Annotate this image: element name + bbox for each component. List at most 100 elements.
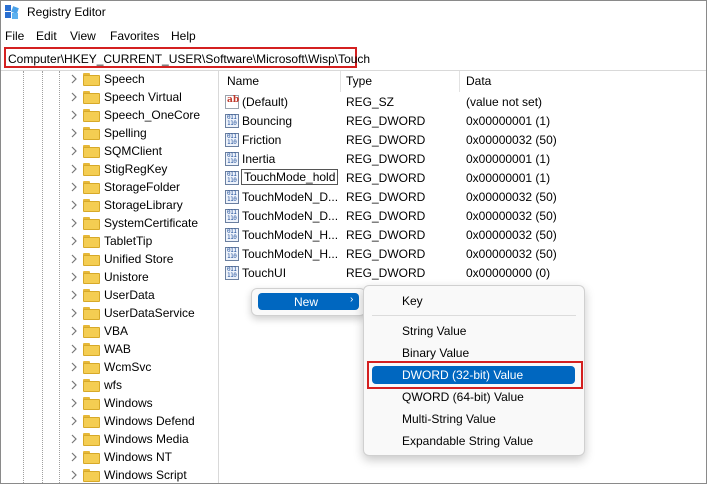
tree-item-label: Spelling: [104, 126, 147, 140]
key-tree[interactable]: Speech Speech Virtual Speech_OneCore Spelli…: [1, 71, 219, 483]
chevron-right-icon[interactable]: [69, 398, 79, 408]
folder-icon: [83, 199, 100, 212]
chevron-right-icon[interactable]: [69, 146, 79, 156]
tree-guide-line: [59, 71, 60, 483]
chevron-right-icon[interactable]: [69, 434, 79, 444]
value-row[interactable]: 011 110 TouchModeN_H... REG_DWORD 0x0000003…: [219, 245, 706, 264]
tree-item[interactable]: Unified Store: [65, 251, 219, 269]
chevron-right-icon[interactable]: [69, 362, 79, 372]
chevron-right-icon[interactable]: [69, 236, 79, 246]
chevron-right-icon[interactable]: [69, 92, 79, 102]
tree-item[interactable]: Spelling: [65, 125, 219, 143]
tree-item[interactable]: StorageFolder: [65, 179, 219, 197]
submenu-string-value[interactable]: String Value: [402, 324, 466, 338]
folder-icon: [83, 217, 100, 230]
menu-new-item[interactable]: New ›: [258, 293, 359, 310]
tree-item[interactable]: Speech Virtual: [65, 89, 219, 107]
submenu-binary-value[interactable]: Binary Value: [402, 346, 469, 360]
value-type: REG_DWORD: [346, 228, 426, 242]
tree-item[interactable]: Windows Media: [65, 431, 219, 449]
chevron-right-icon[interactable]: [69, 326, 79, 336]
tree-item-label: VBA: [104, 324, 129, 338]
chevron-right-icon[interactable]: [69, 110, 79, 120]
value-name: TouchModeN_H...: [242, 247, 339, 261]
submenu-expandable-string-value[interactable]: Expandable String Value: [402, 434, 533, 448]
column-divider[interactable]: [459, 71, 460, 92]
chevron-right-icon[interactable]: [69, 200, 79, 210]
tree-item[interactable]: Speech_OneCore: [65, 107, 219, 125]
tree-item[interactable]: Unistore: [65, 269, 219, 287]
dword-value-icon: 011 110: [225, 171, 239, 185]
column-header-name[interactable]: Name: [227, 74, 259, 88]
tree-item[interactable]: Speech: [65, 71, 219, 89]
value-row[interactable]: 011 110 Bouncing REG_DWORD 0x00000001 (1): [219, 112, 706, 131]
value-row[interactable]: ab (Default) REG_SZ (value not set): [219, 93, 706, 112]
tree-item-label: Speech: [104, 72, 145, 86]
tree-item[interactable]: StorageLibrary: [65, 197, 219, 215]
chevron-right-icon[interactable]: [69, 182, 79, 192]
tree-item[interactable]: TabletTip: [65, 233, 219, 251]
chevron-right-icon[interactable]: [69, 128, 79, 138]
column-divider[interactable]: [340, 71, 341, 92]
value-row[interactable]: 011 110 Friction REG_DWORD 0x00000032 (50): [219, 131, 706, 150]
chevron-right-icon[interactable]: [69, 452, 79, 462]
value-name: TouchModeN_H...: [242, 228, 339, 242]
value-row[interactable]: 011 110 TouchModeN_H... REG_DWORD 0x0000003…: [219, 226, 706, 245]
tree-item[interactable]: UserDataService: [65, 305, 219, 323]
chevron-right-icon[interactable]: [69, 218, 79, 228]
value-data: 0x00000032 (50): [466, 209, 557, 223]
chevron-right-icon[interactable]: [69, 344, 79, 354]
tree-item[interactable]: Windows Defend: [65, 413, 219, 431]
menu-edit[interactable]: Edit: [36, 29, 57, 43]
submenu-key[interactable]: Key: [402, 294, 423, 308]
value-type: REG_DWORD: [346, 152, 426, 166]
tree-item-label: Windows Defend: [104, 414, 195, 428]
tree-item[interactable]: WAB: [65, 341, 219, 359]
tree-item-label: UserDataService: [104, 306, 195, 320]
value-row[interactable]: 011 110 TouchMode_hold REG_DWORD 0x00000001…: [219, 169, 706, 188]
tree-item[interactable]: Windows: [65, 395, 219, 413]
value-row[interactable]: 011 110 TouchModeN_D... REG_DWORD 0x0000003…: [219, 188, 706, 207]
tree-item[interactable]: wfs: [65, 377, 219, 395]
column-header-data[interactable]: Data: [466, 74, 491, 88]
tree-item[interactable]: UserData: [65, 287, 219, 305]
chevron-right-icon[interactable]: [69, 380, 79, 390]
value-row[interactable]: 011 110 TouchUI REG_DWORD 0x00000000 (0): [219, 264, 706, 283]
tree-item[interactable]: StigRegKey: [65, 161, 219, 179]
dword-value-icon: 011 110: [225, 133, 239, 147]
chevron-right-icon[interactable]: [69, 290, 79, 300]
menu-help[interactable]: Help: [171, 29, 196, 43]
chevron-right-icon[interactable]: [69, 272, 79, 282]
tree-item[interactable]: Windows Script: [65, 467, 219, 483]
folder-icon: [83, 379, 100, 392]
menu-view[interactable]: View: [70, 29, 96, 43]
tree-item-label: SQMClient: [104, 144, 163, 158]
chevron-right-icon[interactable]: [69, 254, 79, 264]
chevron-right-icon[interactable]: [69, 74, 79, 84]
value-type: REG_DWORD: [346, 171, 426, 185]
menu-file[interactable]: File: [5, 29, 24, 43]
chevron-right-icon[interactable]: [69, 416, 79, 426]
menu-favorites[interactable]: Favorites: [110, 29, 159, 43]
tree-item[interactable]: Windows NT: [65, 449, 219, 467]
submenu-qword-value[interactable]: QWORD (64-bit) Value: [402, 390, 524, 404]
dword-value-icon: 011 110: [225, 152, 239, 166]
tree-item[interactable]: VBA: [65, 323, 219, 341]
tree-item[interactable]: WcmSvc: [65, 359, 219, 377]
folder-icon: [83, 271, 100, 284]
submenu-multi-string-value[interactable]: Multi-String Value: [402, 412, 496, 426]
chevron-right-icon[interactable]: [69, 470, 79, 480]
tree-item-label: Unified Store: [104, 252, 174, 266]
tree-item-label: StigRegKey: [104, 162, 168, 176]
tree-item[interactable]: SQMClient: [65, 143, 219, 161]
column-header-type[interactable]: Type: [346, 74, 372, 88]
address-bar[interactable]: Computer\HKEY_CURRENT_USER\Software\Micr…: [4, 47, 370, 68]
value-row[interactable]: 011 110 TouchModeN_D... REG_DWORD 0x0000003…: [219, 207, 706, 226]
chevron-right-icon[interactable]: [69, 308, 79, 318]
value-type: REG_DWORD: [346, 266, 426, 280]
value-data: 0x00000032 (50): [466, 190, 557, 204]
value-row[interactable]: 011 110 Inertia REG_DWORD 0x00000001 (1): [219, 150, 706, 169]
tree-item[interactable]: SystemCertificate: [65, 215, 219, 233]
folder-icon: [83, 127, 100, 140]
chevron-right-icon[interactable]: [69, 164, 79, 174]
